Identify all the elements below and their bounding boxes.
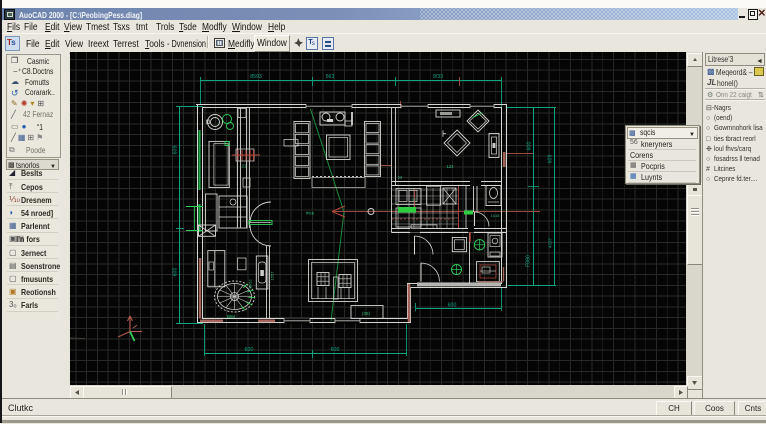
svg-text:9!33: 9!33 xyxy=(433,74,443,80)
svg-text:ΞΞ: ΞΞ xyxy=(411,197,417,202)
svg-text:mce: mce xyxy=(306,211,315,216)
svg-text:1557: 1557 xyxy=(270,271,275,281)
svg-text:(09): (09) xyxy=(362,311,371,316)
svg-text:1415: 1415 xyxy=(491,213,501,218)
svg-text:600: 600 xyxy=(331,347,340,353)
svg-text:600: 600 xyxy=(173,268,179,277)
svg-text:609: 609 xyxy=(548,155,554,164)
svg-text:F080: F080 xyxy=(526,255,532,267)
svg-text:M: M xyxy=(398,175,402,180)
svg-text:21: 21 xyxy=(242,164,247,169)
svg-text:600: 600 xyxy=(527,142,533,151)
svg-text:BIM: BIM xyxy=(227,314,235,319)
svg-text:EIO2: EIO2 xyxy=(248,279,253,289)
svg-text:8593: 8593 xyxy=(250,74,262,80)
svg-text:600: 600 xyxy=(448,303,457,309)
svg-text:609: 609 xyxy=(173,146,179,155)
svg-text:600: 600 xyxy=(245,347,254,353)
svg-text:563: 563 xyxy=(326,74,335,80)
svg-text:4337: 4337 xyxy=(548,237,553,248)
svg-text:123: 123 xyxy=(447,164,455,169)
